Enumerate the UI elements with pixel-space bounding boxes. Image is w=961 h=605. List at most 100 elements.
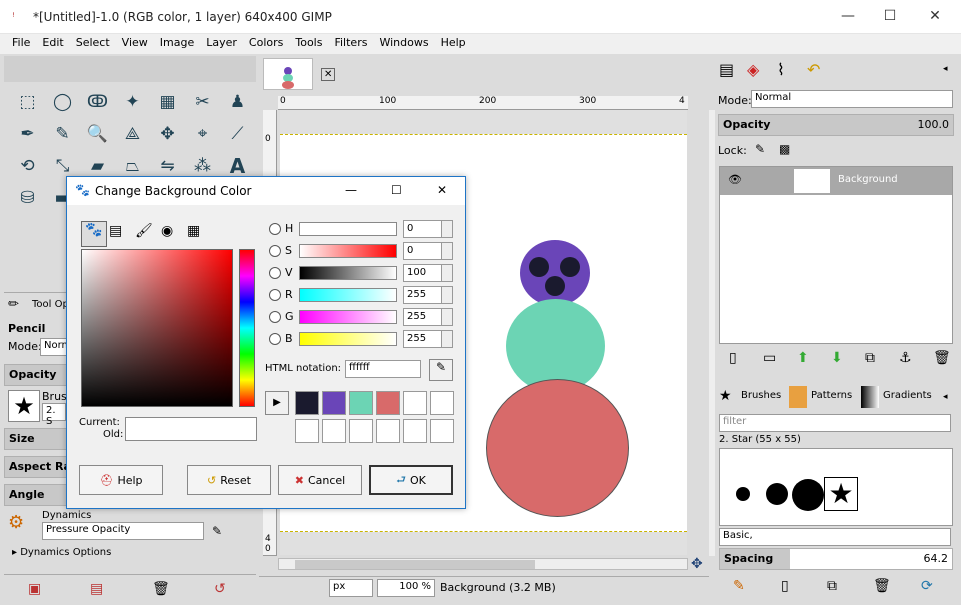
lock-alpha-icon[interactable]: ▩ (779, 142, 790, 156)
channel-spinbox[interactable]: 0 (403, 220, 453, 238)
color-picker-tool-icon[interactable]: ✎ (45, 118, 80, 150)
palette-selector-icon[interactable]: ▦ (187, 223, 200, 239)
brush-preview-icon[interactable]: ★ (8, 390, 40, 422)
channel-spinbox[interactable]: 255 (403, 308, 453, 326)
fuzzy-select-tool-icon[interactable]: ✦ (115, 86, 150, 118)
html-notation-input[interactable]: ffffff (345, 360, 421, 378)
history-swatch[interactable] (322, 391, 346, 415)
ok-button[interactable]: ⮐ OK (369, 465, 453, 495)
history-swatch[interactable] (349, 391, 373, 415)
color-picker-icon[interactable]: ✎ (429, 359, 453, 381)
channel-slider[interactable] (299, 288, 397, 302)
navigate-icon[interactable]: ✥ (691, 556, 703, 572)
dialog-close-button[interactable]: ✕ (437, 183, 447, 197)
history-swatch[interactable] (349, 419, 373, 443)
watercolor-selector-icon[interactable]: 🖌 (135, 223, 153, 239)
duplicate-brush-icon[interactable]: ⧉ (827, 578, 837, 594)
brush-item[interactable] (766, 483, 788, 505)
minimize-button[interactable]: — (838, 8, 858, 26)
pencil-tab-icon[interactable]: ✏ (8, 297, 19, 312)
dynamics-field[interactable]: Pressure Opacity (42, 522, 204, 540)
new-brush-icon[interactable]: ▯ (781, 578, 789, 594)
history-swatch[interactable] (322, 419, 346, 443)
delete-options-icon[interactable]: 🗑 (152, 581, 170, 597)
channel-radio[interactable] (269, 289, 281, 301)
channel-spinbox[interactable]: 0 (403, 242, 453, 260)
menu-colors[interactable]: Colors (243, 34, 289, 49)
free-select-tool-icon[interactable]: ↂ (80, 86, 115, 118)
refresh-brushes-icon[interactable]: ⟳ (921, 578, 933, 594)
gradients-tab-icon[interactable] (861, 386, 879, 408)
lock-pixels-icon[interactable]: ✎ (755, 142, 765, 156)
wheel-selector-icon[interactable]: ◉ (161, 223, 173, 239)
foreground-select-tool-icon[interactable]: ♟ (220, 86, 255, 118)
brushes-tab[interactable]: Brushes (741, 390, 781, 401)
add-to-history-button[interactable]: ▶ (265, 391, 289, 415)
menu-tools[interactable]: Tools (289, 34, 328, 49)
restore-options-icon[interactable]: ▤ (90, 581, 103, 597)
channel-slider[interactable] (299, 310, 397, 324)
brush-grid[interactable]: ★ (719, 448, 953, 526)
menu-layer[interactable]: Layer (200, 34, 243, 49)
history-swatch[interactable] (430, 419, 454, 443)
help-button[interactable]: ⛑ Help (79, 465, 163, 495)
layer-row-background[interactable]: 👁 Background (720, 167, 952, 195)
close-tab-icon[interactable]: ✕ (321, 68, 336, 81)
zoom-select[interactable]: 100 % (377, 579, 435, 597)
brush-dock-menu-icon[interactable]: ◂ (943, 392, 948, 402)
raise-layer-icon[interactable]: ⬆ (797, 350, 809, 366)
channel-radio[interactable] (269, 245, 281, 257)
undo-history-tab-icon[interactable]: ↶ (807, 60, 833, 84)
history-swatch[interactable] (403, 419, 427, 443)
new-layer-icon[interactable]: ▯ (729, 350, 737, 366)
channel-spinbox[interactable]: 255 (403, 330, 453, 348)
rotate-tool-icon[interactable]: ⟲ (10, 150, 45, 182)
history-swatch[interactable] (376, 391, 400, 415)
history-swatch[interactable] (430, 391, 454, 415)
reset-button[interactable]: ↺ Reset (187, 465, 271, 495)
layer-opacity-slider[interactable]: Opacity 100.0 (718, 114, 954, 136)
duplicate-layer-icon[interactable]: ⧉ (865, 350, 875, 366)
history-swatch[interactable] (376, 419, 400, 443)
history-swatch[interactable] (403, 391, 427, 415)
sv-color-square[interactable] (81, 249, 233, 407)
brush-item[interactable] (736, 487, 750, 501)
menu-file[interactable]: File (6, 34, 36, 49)
patterns-tab-icon[interactable] (789, 386, 807, 408)
move-tool-icon[interactable]: ✥ (150, 118, 185, 150)
measure-tool-icon[interactable]: ⟁ (115, 118, 150, 150)
edit-brush-icon[interactable]: ✎ (733, 578, 745, 594)
anchor-layer-icon[interactable]: ⚓ (899, 350, 912, 366)
paths-tab-icon[interactable]: ⌇ (777, 60, 803, 84)
paths-tool-icon[interactable]: ✒ (10, 118, 45, 150)
brushes-tab-icon[interactable]: ★ (719, 388, 732, 404)
dynamics-options-expander[interactable]: ▸ Dynamics Options (12, 547, 111, 558)
lower-layer-icon[interactable]: ⬇ (831, 350, 843, 366)
cmyk-selector-icon[interactable]: ▤ (109, 223, 122, 239)
menu-view[interactable]: View (116, 34, 154, 49)
channel-slider[interactable] (299, 222, 397, 236)
reset-options-icon[interactable]: ↺ (214, 581, 226, 597)
visibility-eye-icon[interactable]: 👁 (728, 173, 742, 186)
dialog-maximize-button[interactable]: ☐ (391, 183, 402, 197)
channel-slider[interactable] (299, 266, 397, 280)
menu-filters[interactable]: Filters (328, 34, 373, 49)
brush-field[interactable]: 2. S (42, 403, 66, 427)
select-by-color-tool-icon[interactable]: ▦ (150, 86, 185, 118)
channel-slider[interactable] (299, 332, 397, 346)
channels-tab-icon[interactable]: ◈ (747, 60, 773, 84)
unit-select[interactable]: px (329, 579, 373, 597)
menu-help[interactable]: Help (435, 34, 472, 49)
zoom-tool-icon[interactable]: 🔍 (80, 118, 115, 150)
delete-brush-icon[interactable]: 🗑 (873, 578, 891, 594)
channel-spinbox[interactable]: 100 (403, 264, 453, 282)
edit-dynamics-icon[interactable]: ✎ (212, 524, 222, 538)
channel-radio[interactable] (269, 311, 281, 323)
save-options-icon[interactable]: ▣ (28, 581, 41, 597)
menu-image[interactable]: Image (154, 34, 200, 49)
dock-menu-icon[interactable]: ◂ (943, 64, 948, 74)
crop-tool-icon[interactable]: ⟋ (220, 118, 255, 150)
star-brush-item[interactable]: ★ (824, 477, 858, 511)
channel-radio[interactable] (269, 267, 281, 279)
new-layer-group-icon[interactable]: ▭ (763, 350, 776, 366)
